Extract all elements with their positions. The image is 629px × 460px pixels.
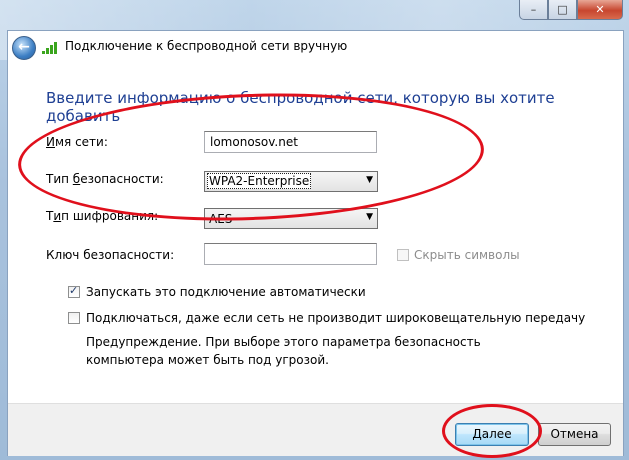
chevron-down-icon: ▼ (366, 212, 373, 222)
security-type-label-rest: езопасности: (80, 172, 164, 186)
close-button[interactable]: ✕ (577, 0, 623, 20)
auto-start-checkbox[interactable] (68, 284, 80, 298)
connect-hidden-checkbox[interactable] (68, 312, 80, 324)
wizard-content: ← Подключение к беспроводной сети вручну… (7, 30, 624, 456)
network-name-input[interactable]: lomonosov.net (204, 131, 377, 153)
encryption-type-label-accel: и (53, 209, 62, 223)
next-button[interactable]: Далее (455, 423, 529, 446)
auto-start-label: Запускать это подключение автоматически (86, 285, 366, 299)
warning-text: Предупреждение. При выборе этого парамет… (86, 335, 481, 367)
minimize-button[interactable]: – (519, 0, 548, 20)
encryption-type-label: Тип шифрования: (46, 209, 158, 223)
network-name-label: Имя сети: (46, 135, 108, 149)
hide-chars-checkbox[interactable] (397, 249, 409, 261)
security-type-label-pre: Тип (46, 172, 73, 186)
wizard-footer: Далее Отмена (8, 403, 623, 456)
security-key-label: Ключ безопасности: (46, 248, 175, 262)
connect-hidden-label: Подключаться, даже если сеть не производ… (86, 311, 586, 325)
network-name-label-rest: мя сети: (54, 135, 108, 149)
encryption-type-select[interactable]: AES ▼ (204, 208, 378, 229)
maximize-button[interactable]: □ (548, 0, 577, 20)
wireless-signal-icon (42, 40, 60, 54)
security-type-select[interactable]: WPA2-Enterprise ▼ (204, 171, 378, 192)
encryption-type-value: AES (209, 212, 233, 226)
caption-buttons: – □ ✕ (519, 0, 623, 20)
security-key-input[interactable] (204, 243, 377, 265)
page-heading: Введите информацию о беспроводной сети, … (46, 89, 555, 125)
window-title: Подключение к беспроводной сети вручную (65, 39, 348, 53)
encryption-type-label-rest: п шифрования: (61, 209, 159, 223)
cancel-button[interactable]: Отмена (538, 423, 611, 446)
chevron-down-icon: ▼ (366, 175, 373, 185)
network-name-label-accel: И (46, 135, 55, 149)
hide-chars-label: Скрыть символы (414, 248, 520, 262)
security-type-label: Тип безопасности: (46, 172, 164, 186)
back-button[interactable]: ← (12, 36, 36, 60)
security-type-value: WPA2-Enterprise (207, 173, 312, 189)
wizard-header: ← Подключение к беспроводной сети вручну… (8, 31, 623, 61)
